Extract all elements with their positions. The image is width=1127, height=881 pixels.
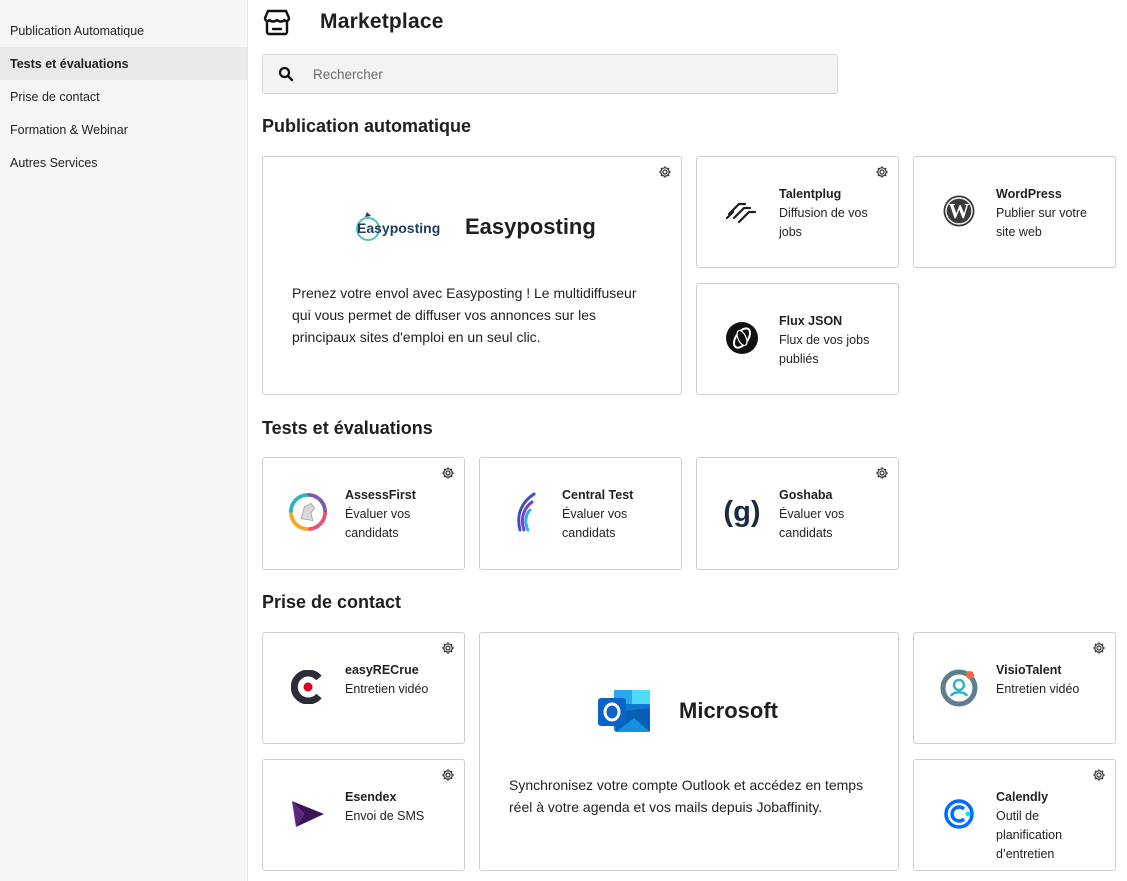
card-name: easyRECrue — [345, 663, 419, 677]
card-calendly[interactable]: Calendly Outil de planification d’entret… — [913, 759, 1116, 871]
card-name: Calendly — [996, 790, 1049, 804]
search-input[interactable] — [313, 66, 793, 82]
card-description: Diffusion de vos jobs — [779, 206, 868, 239]
store-icon — [263, 9, 291, 36]
card-assessfirst[interactable]: AssessFirst Évaluer vos candidats — [262, 457, 465, 570]
svg-text:W: W — [949, 199, 970, 223]
search-icon — [278, 66, 294, 82]
card-description: Flux de vos jobs publiés — [779, 333, 870, 366]
gear-icon[interactable] — [1092, 768, 1106, 782]
page-header: Marketplace — [262, 4, 444, 40]
wordpress-logo: W — [939, 191, 979, 231]
microsoft-description: Synchronisez votre compte Outlook et acc… — [509, 777, 864, 815]
easyrecrue-logo — [288, 667, 328, 707]
gear-icon[interactable] — [658, 165, 672, 179]
easyposting-logo: Easyposting — [356, 212, 440, 241]
section-title-contact: Prise de contact — [262, 592, 402, 612]
sidebar-item-autres[interactable]: Autres Services — [0, 146, 247, 179]
card-description: Évaluer vos candidats — [562, 507, 628, 540]
card-easyposting[interactable]: Easyposting Easyposting Prenez votre env… — [262, 156, 682, 395]
easyposting-name: Easyposting — [465, 214, 596, 239]
gear-icon[interactable] — [441, 641, 455, 655]
card-description: Entretien vidéo — [996, 682, 1080, 696]
gear-icon[interactable] — [441, 466, 455, 480]
microsoft-name: Microsoft — [679, 698, 778, 723]
card-name: Flux JSON — [779, 314, 843, 328]
svg-text:Easyposting: Easyposting — [357, 220, 440, 236]
card-name: Esendex — [345, 790, 397, 804]
assessfirst-logo — [288, 492, 328, 532]
gear-icon[interactable] — [875, 165, 889, 179]
card-name: Central Test — [562, 488, 634, 502]
card-easyrecrue[interactable]: easyRECrue Entretien vidéo — [262, 632, 465, 744]
gear-icon[interactable] — [875, 466, 889, 480]
esendex-logo — [288, 794, 328, 834]
main-content: Marketplace Publication automatique Easy… — [262, 0, 1122, 881]
section-title-tests: Tests et évaluations — [262, 418, 433, 438]
central-test-logo — [505, 492, 545, 532]
card-description: Entretien vidéo — [345, 682, 429, 696]
sidebar-item-tests[interactable]: Tests et évaluations — [0, 47, 247, 80]
easyposting-header: Easyposting Easyposting — [355, 207, 596, 247]
card-visiotalent[interactable]: VisioTalent Entretien vidéo — [913, 632, 1116, 744]
card-name: Talentplug — [779, 187, 842, 201]
card-goshaba[interactable]: (g) Goshaba Évaluer vos candidats — [696, 457, 899, 570]
card-name: AssessFirst — [345, 488, 416, 502]
sidebar-item-formation[interactable]: Formation & Webinar — [0, 113, 247, 146]
card-microsoft[interactable]: Microsoft Synchronisez votre compte Outl… — [479, 632, 899, 871]
outlook-icon — [598, 690, 650, 732]
json-logo — [722, 318, 762, 358]
talentplug-logo — [722, 191, 762, 231]
goshaba-logo: (g) — [722, 492, 762, 532]
card-central-test[interactable]: Central Test Évaluer vos candidats — [479, 457, 682, 570]
easyposting-description: Prenez votre envol avec Easyposting ! Le… — [292, 285, 637, 345]
sidebar: Publication Automatique Tests et évaluat… — [0, 0, 248, 881]
sidebar-item-contact[interactable]: Prise de contact — [0, 80, 247, 113]
search-bar[interactable] — [262, 54, 838, 94]
card-description: Outil de planification d’entretien — [996, 809, 1063, 861]
card-description: Envoi de SMS — [345, 809, 425, 823]
card-talentplug[interactable]: Talentplug Diffusion de vos jobs — [696, 156, 899, 268]
card-description: Publier sur votre site web — [996, 206, 1088, 239]
card-name: Goshaba — [779, 488, 833, 502]
page-title: Marketplace — [320, 10, 444, 33]
microsoft-header: Microsoft — [596, 686, 778, 736]
card-description: Évaluer vos candidats — [779, 507, 845, 540]
card-name: WordPress — [996, 187, 1062, 201]
section-title-publication: Publication automatique — [262, 116, 472, 136]
visiotalent-logo — [939, 667, 979, 707]
gear-icon[interactable] — [441, 768, 455, 782]
card-wordpress[interactable]: W WordPress Publier sur votre site web — [913, 156, 1116, 268]
svg-text:(g): (g) — [723, 496, 760, 528]
calendly-logo — [939, 794, 979, 834]
card-flux-json[interactable]: Flux JSON Flux de vos jobs publiés — [696, 283, 899, 395]
card-description: Évaluer vos candidats — [345, 507, 411, 540]
card-name: VisioTalent — [996, 663, 1062, 677]
gear-icon[interactable] — [1092, 641, 1106, 655]
card-esendex[interactable]: Esendex Envoi de SMS — [262, 759, 465, 871]
sidebar-item-publication[interactable]: Publication Automatique — [0, 14, 247, 47]
